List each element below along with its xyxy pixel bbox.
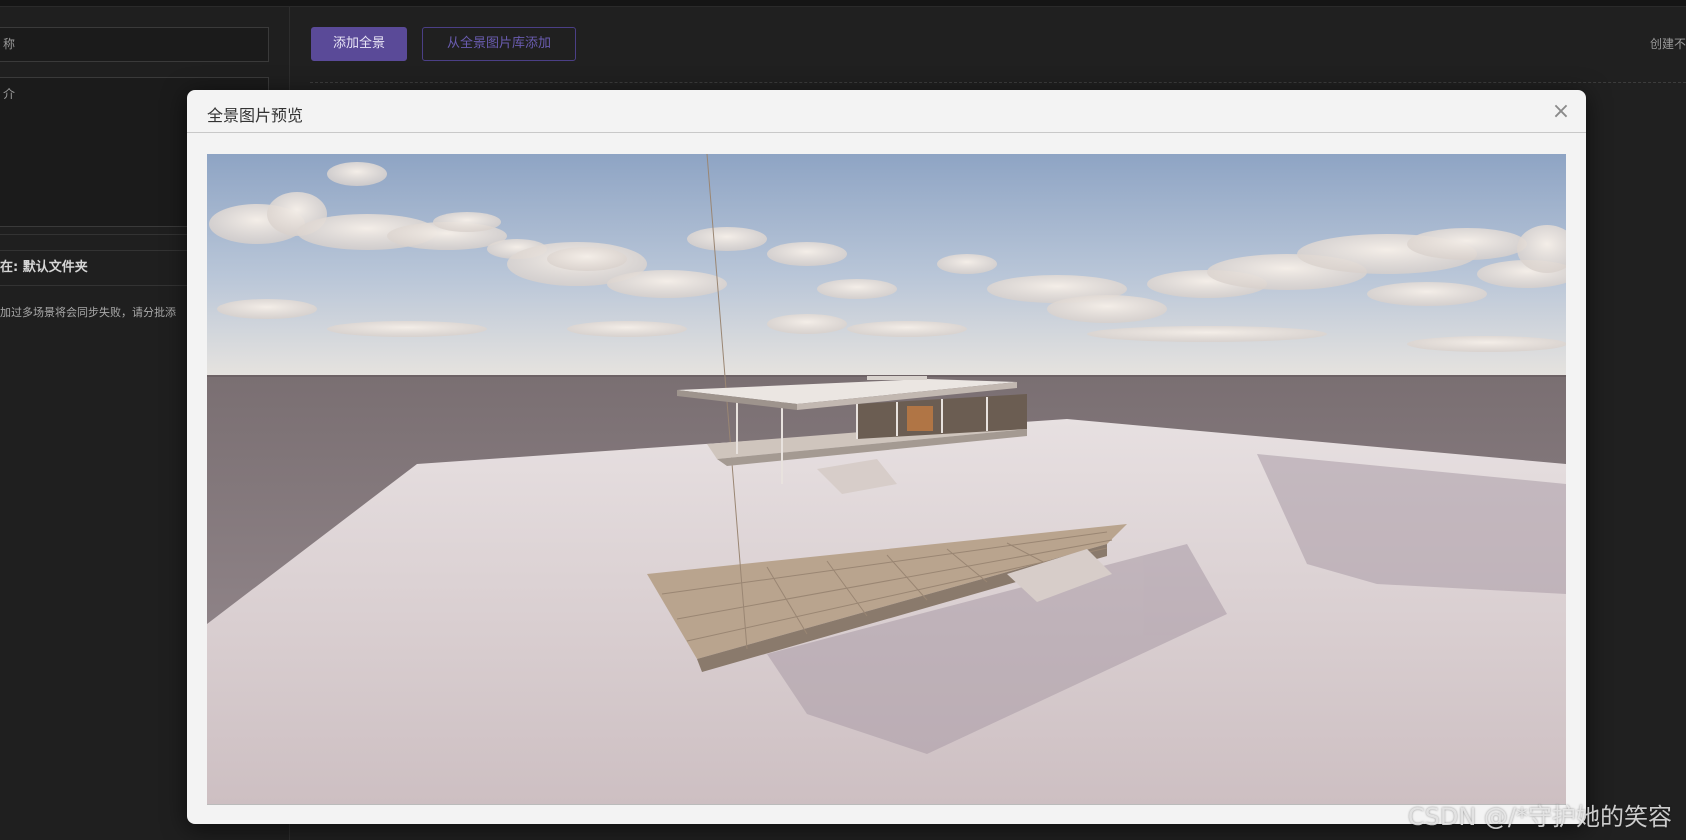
panorama-scene	[207, 154, 1566, 804]
folder-label: 在: 默认文件夹	[0, 260, 88, 275]
scene-intro-placeholder: 介	[3, 87, 16, 101]
scene-name-input[interactable]: 称	[0, 27, 269, 62]
modal-header: 全景图片预览 ×	[187, 90, 1586, 133]
create-text: 创建不	[1649, 37, 1686, 51]
modal-title: 全景图片预览	[207, 106, 304, 125]
panorama-preview-image[interactable]	[207, 154, 1566, 805]
top-border	[0, 0, 1686, 7]
close-icon[interactable]: ×	[1551, 101, 1571, 123]
scene-name-placeholder: 称	[3, 37, 16, 51]
dashed-divider	[310, 82, 1686, 83]
hint-text: 加过多场景将会同步失败，请分批添	[0, 306, 176, 319]
add-panorama-button[interactable]: 添加全景	[311, 27, 407, 61]
watermark: CSDN @/*守护她的笑容	[1407, 803, 1672, 831]
add-from-library-button[interactable]: 从全景图片库添加	[422, 27, 576, 61]
preview-modal: 全景图片预览 ×	[187, 90, 1586, 824]
